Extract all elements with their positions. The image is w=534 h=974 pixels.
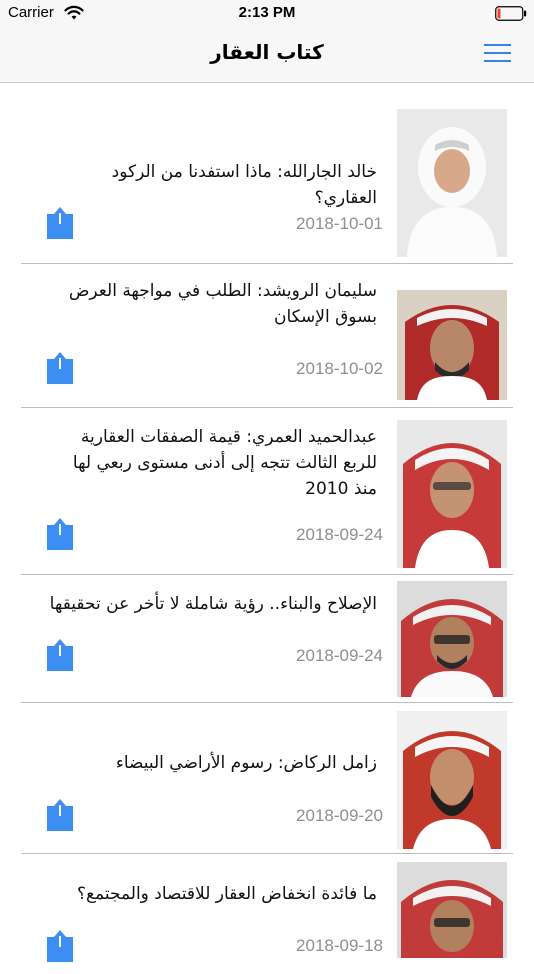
hamburger-menu-icon[interactable]	[484, 44, 511, 64]
article-date: 2018-10-02	[296, 359, 383, 378]
author-photo	[397, 109, 507, 257]
share-icon[interactable]	[47, 930, 73, 962]
status-bar: Carrier 2:13 PM	[0, 0, 534, 28]
list-item[interactable]: سليمان الرويشد: الطلب في مواجهة العرض بس…	[21, 264, 513, 408]
article-date: 2018-09-18	[296, 936, 383, 955]
share-icon[interactable]	[47, 207, 73, 239]
list-item[interactable]: ما فائدة انخفاض العقار للاقتصاد والمجتمع…	[21, 854, 513, 974]
article-title[interactable]: الإصلاح والبناء.. رؤية شاملة لا تأخر عن …	[45, 591, 377, 617]
share-icon[interactable]	[47, 518, 73, 550]
navigation-bar: كتاب العقار	[0, 28, 534, 83]
author-photo	[397, 711, 507, 849]
share-icon[interactable]	[47, 799, 73, 831]
article-date: 2018-09-24	[296, 646, 383, 665]
list-item[interactable]: زامل الركاض: رسوم الأراضي البيضاء 2018-0…	[21, 703, 513, 854]
list-item[interactable]: الإصلاح والبناء.. رؤية شاملة لا تأخر عن …	[21, 575, 513, 703]
share-icon[interactable]	[47, 639, 73, 671]
article-title[interactable]: خالد الجارالله: ماذا استفدنا من الركود ا…	[45, 159, 377, 211]
author-photo	[397, 581, 507, 697]
article-title[interactable]: ما فائدة انخفاض العقار للاقتصاد والمجتمع…	[45, 881, 377, 907]
article-title[interactable]: زامل الركاض: رسوم الأراضي البيضاء	[45, 750, 377, 776]
author-photo	[397, 420, 507, 568]
list-item[interactable]: عبدالحميد العمري: قيمة الصفقات العقارية …	[21, 408, 513, 575]
page-title: كتاب العقار	[210, 40, 324, 64]
article-title[interactable]: عبدالحميد العمري: قيمة الصفقات العقارية …	[45, 424, 377, 502]
battery-low-icon	[495, 6, 527, 21]
article-title[interactable]: سليمان الرويشد: الطلب في مواجهة العرض بس…	[45, 278, 377, 330]
author-photo	[397, 290, 507, 400]
article-date: 2018-09-24	[296, 525, 383, 544]
article-date: 2018-10-01	[296, 214, 383, 233]
author-photo	[397, 862, 507, 958]
status-time: 2:13 PM	[238, 4, 296, 21]
article-date: 2018-09-20	[296, 806, 383, 825]
list-item[interactable]: خالد الجارالله: ماذا استفدنا من الركود ا…	[21, 83, 513, 264]
share-icon[interactable]	[47, 352, 73, 384]
